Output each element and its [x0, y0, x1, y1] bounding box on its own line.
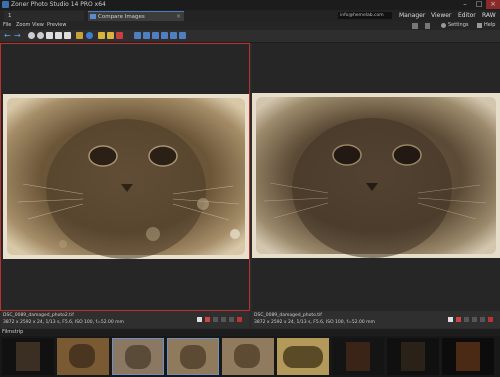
mode-viewer[interactable]: Viewer	[431, 11, 451, 21]
filmstrip-thumb[interactable]	[387, 338, 439, 375]
tab-row: 1 Compare Images × info@hemelab.com Mana…	[0, 10, 500, 21]
rating-icon[interactable]	[213, 317, 218, 322]
layout-5-icon[interactable]	[170, 32, 177, 39]
tools-icon[interactable]	[425, 23, 430, 29]
help-link[interactable]: Help	[484, 22, 495, 28]
zoom-in-icon[interactable]	[28, 32, 35, 39]
filmstrip-header: Filmstrip	[0, 329, 500, 336]
layout-1-icon[interactable]	[134, 32, 141, 39]
app-icon	[2, 1, 9, 8]
rating-icon[interactable]	[221, 317, 226, 322]
rating-icon[interactable]	[472, 317, 477, 322]
mode-manager[interactable]: Manager	[399, 11, 425, 21]
folder-open-icon[interactable]	[107, 32, 114, 39]
filename-left: DSC_0089_damaged_photo2.tif	[3, 313, 74, 318]
layout-4-icon[interactable]	[161, 32, 168, 39]
filmstrip-thumb[interactable]	[112, 338, 164, 375]
toolbar: ← →	[0, 30, 500, 43]
filename-right: DSC_0089_damaged_photo.tif	[254, 313, 322, 318]
filmstrip-thumb[interactable]	[167, 338, 219, 375]
filmstrip-label: Filmstrip	[2, 329, 24, 335]
layout-6-icon[interactable]	[179, 32, 186, 39]
compare-pane-left[interactable]: DSC_0089_damaged_photo2.tif 3872 x 2592 …	[0, 43, 250, 328]
back-arrow-icon[interactable]: ←	[4, 32, 11, 40]
maximize-button[interactable]: □	[472, 0, 486, 9]
details-left: 3872 x 2592 x 24, 1/13 s, F5.6, ISO 100,…	[3, 320, 124, 325]
reject-icon[interactable]	[488, 317, 493, 322]
filmstrip-thumb[interactable]	[222, 338, 274, 375]
info-bar-right: DSC_0089_damaged_photo.tif 3872 x 2592 x…	[252, 311, 500, 328]
compare-icon	[90, 14, 96, 19]
thumbnail-icon[interactable]	[76, 32, 83, 39]
photo-damaged-cat-right	[252, 93, 500, 258]
filmstrip-thumb[interactable]	[442, 338, 494, 375]
menu-zoom[interactable]: Zoom	[16, 22, 30, 28]
help-icon[interactable]	[477, 23, 482, 28]
settings-link[interactable]: Settings	[448, 22, 469, 28]
account-email[interactable]: info@hemelab.com	[338, 12, 392, 19]
label-icon[interactable]	[448, 317, 453, 322]
tab-folder-label: 1	[8, 13, 12, 19]
layout-2-icon[interactable]	[143, 32, 150, 39]
label-icon[interactable]	[197, 317, 202, 322]
zoom-out-icon[interactable]	[37, 32, 44, 39]
grid-icon[interactable]	[64, 32, 71, 39]
folder-icon[interactable]	[98, 32, 105, 39]
menu-bar: File Zoom View Preview Settings Help	[0, 21, 500, 30]
layout-3-icon[interactable]	[152, 32, 159, 39]
forward-arrow-icon[interactable]: →	[14, 32, 21, 40]
photo-damaged-cat-left	[3, 94, 249, 259]
gear-icon[interactable]	[441, 23, 446, 28]
filmstrip-thumb[interactable]	[332, 338, 384, 375]
mode-editor[interactable]: Editor	[458, 11, 476, 21]
menu-file[interactable]: File	[3, 22, 11, 28]
close-button[interactable]: ×	[486, 0, 500, 9]
mode-raw[interactable]: RAW	[482, 11, 496, 21]
filmstrip-thumb[interactable]	[277, 338, 329, 375]
details-right: 3872 x 2592 x 24, 1/13 s, F5.6, ISO 100,…	[254, 320, 375, 325]
filmstrip-thumb[interactable]	[57, 338, 109, 375]
app-title: Zoner Photo Studio 14 PRO x64	[11, 1, 106, 8]
actual-size-icon[interactable]	[55, 32, 62, 39]
rating-icon[interactable]	[229, 317, 234, 322]
tab-folder[interactable]: 1	[4, 11, 84, 21]
tab-compare-label: Compare Images	[98, 14, 145, 20]
filmstrip	[0, 336, 500, 377]
flag-icon[interactable]	[116, 32, 123, 39]
menu-view[interactable]: View	[32, 22, 44, 28]
filmstrip-thumb[interactable]	[2, 338, 54, 375]
color-tag-red-icon[interactable]	[456, 317, 461, 322]
color-tag-red-icon[interactable]	[205, 317, 210, 322]
info-bar-left: DSC_0089_damaged_photo2.tif 3872 x 2592 …	[1, 311, 249, 328]
menu-preview[interactable]: Preview	[47, 22, 66, 28]
rating-icon[interactable]	[464, 317, 469, 322]
reject-icon[interactable]	[237, 317, 242, 322]
info-icon[interactable]	[86, 32, 93, 39]
rating-icon[interactable]	[480, 317, 485, 322]
tab-compare-images[interactable]: Compare Images ×	[88, 11, 184, 21]
minimize-button[interactable]: –	[458, 0, 472, 9]
compare-pane-right[interactable]: DSC_0089_damaged_photo.tif 3872 x 2592 x…	[252, 43, 500, 328]
fit-icon[interactable]	[46, 32, 53, 39]
title-bar: Zoner Photo Studio 14 PRO x64 – □ ×	[0, 0, 500, 10]
screen-icon[interactable]	[412, 23, 418, 29]
